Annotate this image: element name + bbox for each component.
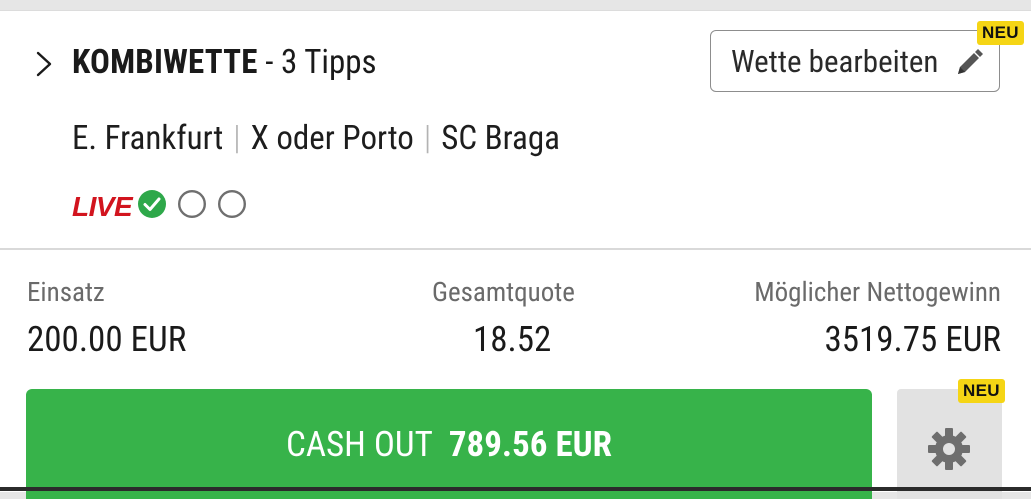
bet-title: KOMBIWETTE - 3 Tipps [72, 43, 377, 83]
selections-list: E. Frankfurt | X oder Porto | SC Braga [72, 118, 560, 160]
new-badge: NEU [958, 379, 1005, 403]
gear-icon [928, 428, 970, 470]
stake-label: Einsatz [27, 276, 105, 308]
pencil-icon [958, 49, 983, 74]
empty-circle-icon [177, 189, 207, 219]
cash-out-button[interactable]: CASH OUT 789.56 EUR [26, 389, 872, 499]
chevron-right-icon[interactable] [30, 51, 56, 77]
empty-circle-icon [217, 189, 247, 219]
cash-out-amount: 789.56 EUR [448, 423, 613, 465]
check-circle-icon [138, 190, 166, 218]
total-odds-value: 18.52 [473, 319, 552, 360]
potential-win-value: 3519.75 EUR [824, 319, 1001, 360]
edit-bet-button[interactable]: Wette bearbeiten [710, 30, 1000, 92]
cash-out-label: CASH OUT [285, 423, 433, 465]
total-odds-label: Gesamtquote [432, 276, 575, 308]
live-indicator: LIVE [72, 191, 133, 222]
cash-out-settings-button[interactable] [897, 389, 1002, 499]
divider [0, 248, 1031, 250]
new-badge: NEU [977, 21, 1024, 45]
selection-item: SC Braga [441, 119, 560, 158]
bet-type: KOMBIWETTE [72, 43, 258, 82]
separator: | [233, 119, 241, 158]
stake-value: 200.00 EUR [27, 319, 187, 360]
edit-bet-label: Wette bearbeiten [731, 43, 939, 80]
selection-item: E. Frankfurt [72, 119, 224, 158]
bet-card: KOMBIWETTE - 3 Tipps Wette bearbeiten NE… [0, 10, 1031, 499]
bottom-edge [0, 487, 1031, 491]
bet-tips-count: - 3 Tipps [257, 43, 377, 82]
potential-win-label: Möglicher Nettogewinn [754, 276, 1001, 308]
separator: | [423, 119, 432, 158]
selection-item: X oder Porto [250, 119, 414, 158]
bet-header[interactable]: KOMBIWETTE - 3 Tipps Wette bearbeiten NE… [0, 11, 1031, 248]
